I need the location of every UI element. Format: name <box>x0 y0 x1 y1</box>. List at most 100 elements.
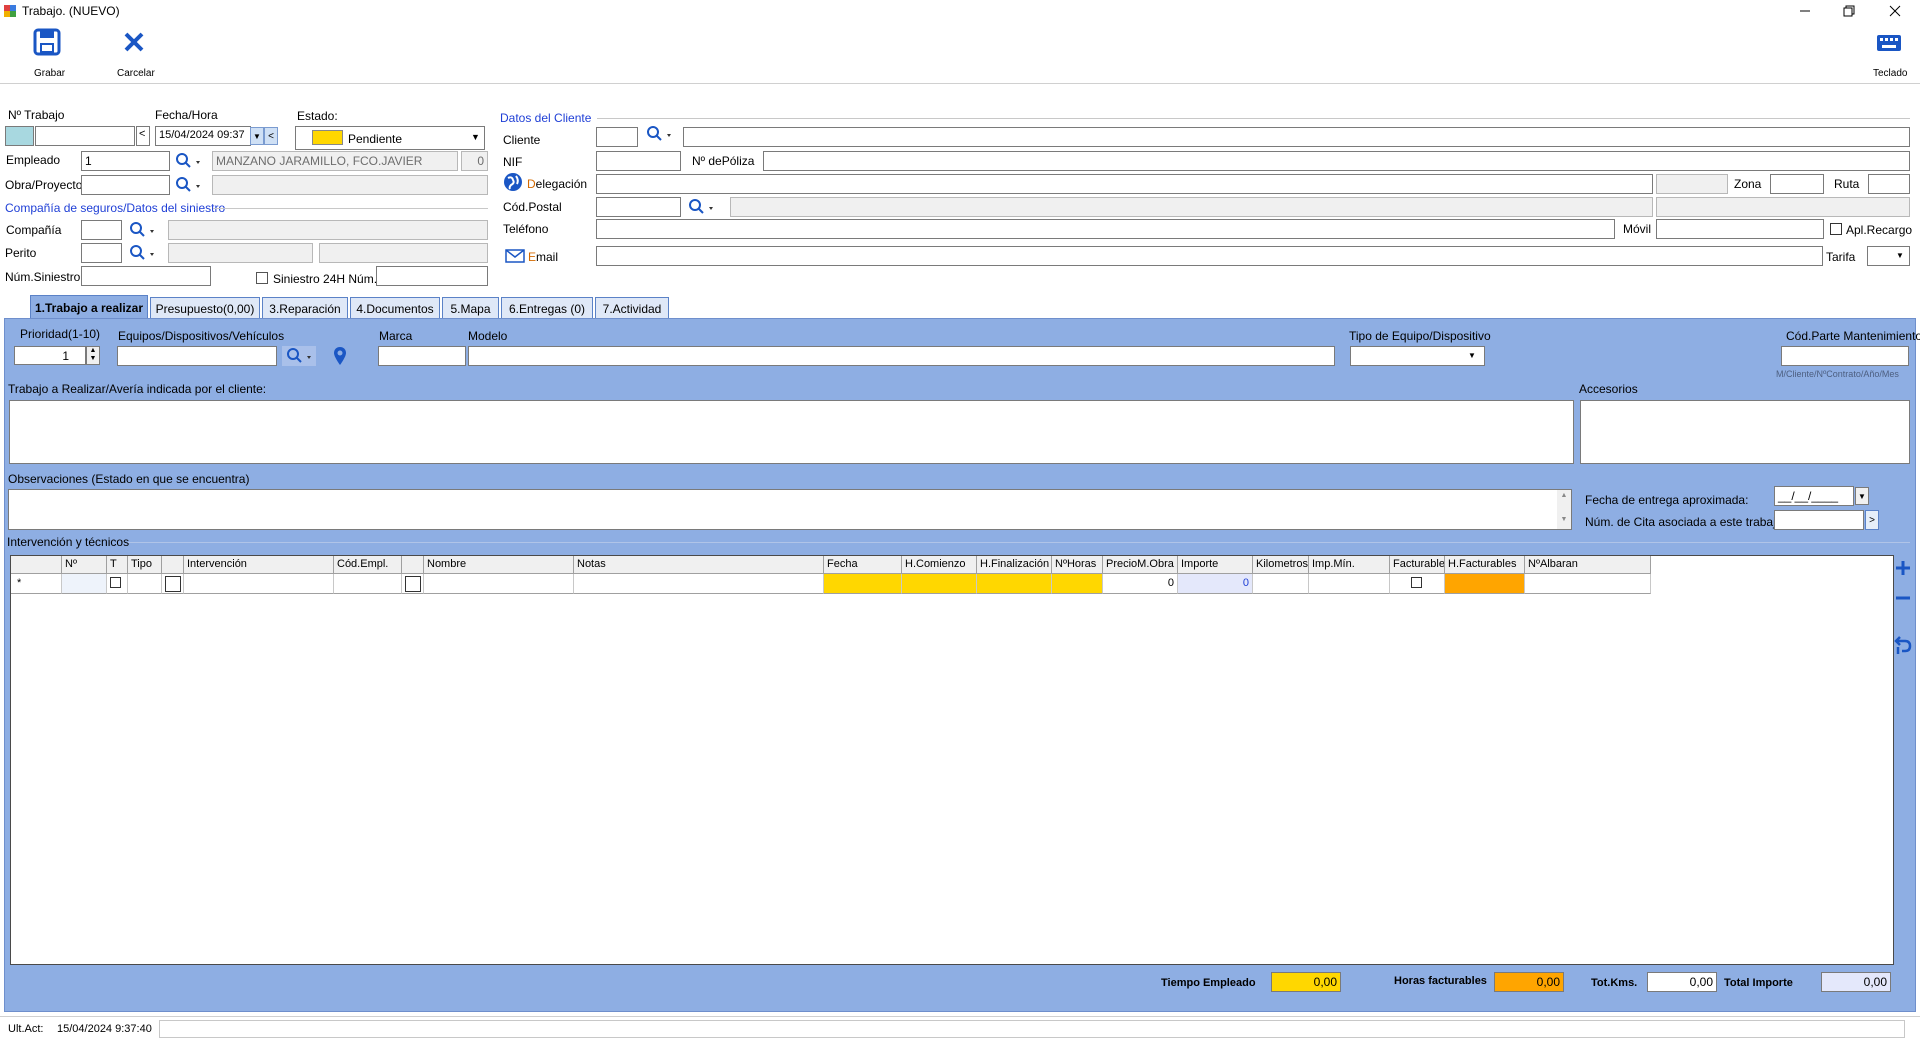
grid-cell-imp-min[interactable] <box>1309 574 1390 594</box>
remove-row-button[interactable] <box>1893 588 1913 608</box>
n-trabajo-field[interactable] <box>35 126 135 146</box>
grid-cell-kilometros[interactable] <box>1253 574 1309 594</box>
n-trabajo-prefix[interactable] <box>5 126 34 146</box>
nif-field[interactable] <box>596 151 681 171</box>
grid-header-intervencion[interactable]: Intervención <box>184 556 334 574</box>
email-field[interactable] <box>596 246 1823 266</box>
grid-header-nombre[interactable]: Nombre <box>424 556 574 574</box>
grid-header-facturable[interactable]: Facturable <box>1390 556 1445 574</box>
grid-header-importe[interactable]: Importe <box>1178 556 1253 574</box>
grid-header-fecha[interactable]: Fecha <box>824 556 902 574</box>
tab-documentos[interactable]: 4.Documentos <box>350 297 440 319</box>
grid-cell-nombre[interactable] <box>424 574 574 594</box>
ruta-field[interactable] <box>1868 174 1910 194</box>
cancel-button[interactable]: Carcelar <box>110 26 160 82</box>
add-row-button[interactable] <box>1893 558 1913 578</box>
grid-header-h-facturables[interactable]: H.Facturables <box>1445 556 1525 574</box>
tipo-equipo-select[interactable] <box>1350 346 1485 366</box>
cliente-search-button[interactable] <box>644 124 674 144</box>
equipos-field[interactable] <box>117 346 277 366</box>
grid-header-h-comienzo[interactable]: H.Comienzo <box>902 556 977 574</box>
minimize-button[interactable] <box>1782 0 1828 22</box>
movil-field[interactable] <box>1656 219 1824 239</box>
tab-entregas[interactable]: 6.Entregas (0) <box>501 297 593 319</box>
grid-cell-intervencion[interactable] <box>184 574 334 594</box>
compania-field[interactable] <box>81 220 122 240</box>
equipos-location-button[interactable] <box>330 345 350 367</box>
grid-cell-fecha[interactable] <box>824 574 902 594</box>
telefono-field[interactable] <box>596 219 1615 239</box>
num-cita-go-button[interactable]: > <box>1865 510 1879 530</box>
perito-field[interactable] <box>81 243 122 263</box>
close-button[interactable] <box>1872 0 1918 22</box>
grid-header-tipo[interactable]: Tipo <box>128 556 162 574</box>
undo-row-button[interactable] <box>1893 633 1913 655</box>
grid-header-precio-mobra[interactable]: PrecioM.Obra <box>1103 556 1178 574</box>
restore-button[interactable] <box>1826 0 1872 22</box>
fecha-entrega-dropdown-button[interactable]: ▼ <box>1855 487 1869 505</box>
tab-mapa[interactable]: 5.Mapa <box>442 297 499 319</box>
fecha-hora-field[interactable]: 15/04/2024 09:37 <box>155 126 251 146</box>
grid-header-n[interactable]: Nº <box>62 556 107 574</box>
grid-header-t[interactable]: T <box>107 556 128 574</box>
num-cita-field[interactable] <box>1774 510 1864 530</box>
fecha-prev-button[interactable]: < <box>264 127 278 145</box>
grid-header-h-finalizacion[interactable]: H.Finalización <box>977 556 1052 574</box>
cod-postal-search-button[interactable] <box>684 197 718 217</box>
grid-cell-facturable[interactable] <box>1390 574 1445 594</box>
accesorios-textarea[interactable] <box>1580 400 1910 464</box>
averia-textarea[interactable] <box>9 400 1574 464</box>
siniestro24-field[interactable] <box>376 266 488 286</box>
tab-trabajo-realizar[interactable]: 1.Trabajo a realizar <box>30 295 148 319</box>
cod-parte-field[interactable] <box>1781 346 1909 366</box>
grid-header-notas[interactable]: Notas <box>574 556 824 574</box>
grid-cell-n-albaran[interactable] <box>1525 574 1651 594</box>
marca-field[interactable] <box>378 346 466 366</box>
keyboard-button[interactable]: Teclado <box>1862 26 1912 82</box>
cliente-field[interactable] <box>596 127 638 147</box>
num-siniestro-field[interactable] <box>81 266 211 286</box>
grid-cell-tipo-button[interactable] <box>162 574 184 594</box>
zona-field[interactable] <box>1770 174 1824 194</box>
grid-cell-notas[interactable] <box>574 574 824 594</box>
apl-recargo-checkbox[interactable] <box>1830 223 1842 235</box>
delegacion-field[interactable] <box>596 174 1653 194</box>
fecha-entrega-field[interactable]: __/__/____ <box>1774 486 1854 506</box>
grid-cell-tipo[interactable] <box>128 574 162 594</box>
tab-actividad[interactable]: 7.Actividad <box>595 297 669 319</box>
perito-search-button[interactable] <box>128 243 156 263</box>
estado-chevron-down-icon[interactable]: ▼ <box>471 132 480 142</box>
grid-cell-precio-mobra[interactable]: 0 <box>1103 574 1178 594</box>
grid-cell-t-checkbox[interactable] <box>110 577 121 588</box>
grid-cell-cod-empl[interactable] <box>334 574 402 594</box>
cliente-name-field[interactable] <box>683 127 1910 147</box>
grid-cell-h-comienzo[interactable] <box>902 574 977 594</box>
email-button[interactable] <box>505 248 525 264</box>
compania-search-button[interactable] <box>128 220 156 240</box>
n-trabajo-prev-button[interactable]: < <box>136 126 150 146</box>
tarifa-chevron-down-icon[interactable]: ▼ <box>1896 251 1904 260</box>
poliza-field[interactable] <box>763 151 1910 171</box>
grid-header-imp-min[interactable]: Imp.Mín. <box>1309 556 1390 574</box>
observaciones-textarea[interactable] <box>8 489 1572 530</box>
grid-cell-facturable-checkbox[interactable] <box>1411 577 1422 588</box>
fecha-dropdown-button[interactable]: ▼ <box>250 127 264 145</box>
obra-field[interactable] <box>81 175 170 195</box>
grid-cell-importe[interactable]: 0 <box>1178 574 1253 594</box>
grid-header-n-horas[interactable]: NºHoras <box>1052 556 1103 574</box>
grid-header-kilometros[interactable]: Kilometros <box>1253 556 1309 574</box>
save-button[interactable]: Grabar <box>22 26 72 82</box>
empleado-search-button[interactable] <box>174 151 202 171</box>
grid-cell-n[interactable] <box>62 574 107 594</box>
intervenciones-grid[interactable]: Nº T Tipo Intervención Cód.Empl. Nombre … <box>10 555 1894 965</box>
tab-presupuesto[interactable]: Presupuesto(0,00) <box>150 297 260 319</box>
grid-cell-n-horas[interactable] <box>1052 574 1103 594</box>
equipos-search-button[interactable] <box>282 346 316 366</box>
grid-header-cod-empl[interactable]: Cód.Empl. <box>334 556 402 574</box>
modelo-field[interactable] <box>468 346 1335 366</box>
siniestro24-checkbox[interactable] <box>256 272 268 284</box>
delegacion-globe-button[interactable] <box>503 172 523 192</box>
grid-cell-t[interactable] <box>107 574 128 594</box>
grid-header-n-albaran[interactable]: NºAlbaran <box>1525 556 1651 574</box>
grid-cell-h-finalizacion[interactable] <box>977 574 1052 594</box>
